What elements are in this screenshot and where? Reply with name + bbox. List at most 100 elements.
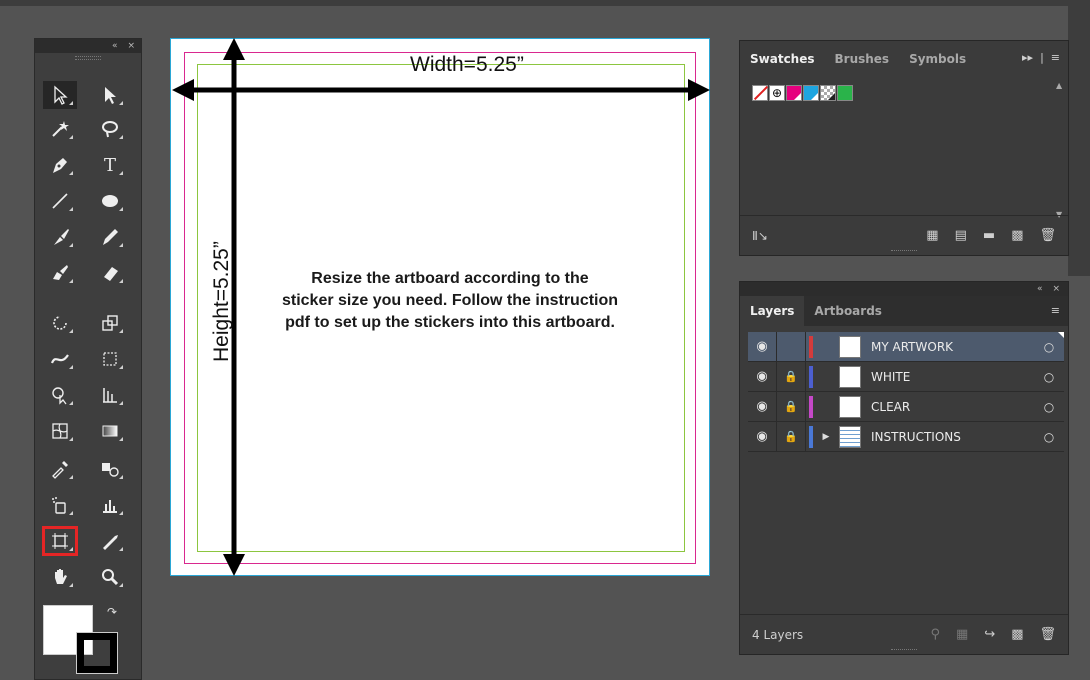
height-dimension-text: Height=5.25”: [210, 241, 233, 362]
swatch-registration[interactable]: ⊕: [769, 85, 785, 101]
zoom-tool-icon[interactable]: [93, 563, 127, 591]
layer-row-clear[interactable]: ◉ 🔒 CLEAR ○: [748, 392, 1064, 422]
gradient-tool-icon[interactable]: [93, 417, 127, 445]
hand-tool-icon[interactable]: [43, 563, 77, 591]
line-tool-icon[interactable]: [43, 187, 77, 215]
layer-name[interactable]: MY ARTWORK: [871, 340, 1034, 354]
locate-object-icon[interactable]: ⚲: [930, 627, 940, 642]
swatch-options-icon[interactable]: ▤: [955, 228, 967, 243]
layer-color-chip: [809, 335, 813, 358]
layer-row-my-artwork[interactable]: ◉ MY ARTWORK ○: [748, 332, 1064, 362]
new-swatch-icon[interactable]: ▩: [1011, 228, 1023, 243]
close-icon[interactable]: ×: [1052, 284, 1060, 294]
scale-tool-icon[interactable]: [93, 309, 127, 337]
type-tool-icon[interactable]: T: [93, 151, 127, 179]
blend-tool-icon[interactable]: [93, 455, 127, 483]
panel-menu-icon[interactable]: ≡: [1051, 51, 1060, 64]
target-circle-icon[interactable]: ○: [1034, 430, 1064, 444]
close-icon[interactable]: ×: [127, 41, 135, 51]
swatches-panel: Swatches Brushes Symbols ▸▸ | ≡ ⊕ ▲ ▼ Ⅱ↘…: [739, 40, 1069, 256]
tab-layers[interactable]: Layers: [740, 296, 805, 326]
swatches-panel-menu[interactable]: ▸▸ | ≡: [1022, 51, 1060, 64]
visibility-eye-icon[interactable]: ◉: [748, 362, 777, 391]
layers-tabbar: Layers Artboards ≡: [740, 296, 1068, 326]
lock-toggle[interactable]: [777, 332, 806, 361]
swatches-footer: Ⅱ↘ ▦ ▤ ▬ ▩ 🗑: [740, 215, 1068, 255]
swatch-libraries-icon[interactable]: Ⅱ↘: [752, 229, 768, 243]
new-sublayer-icon[interactable]: ↪: [984, 627, 995, 642]
overflow-tabs-icon[interactable]: ▸▸: [1022, 51, 1033, 64]
artboard-tool-icon[interactable]: [42, 526, 78, 556]
layer-row-white[interactable]: ◉ 🔒 WHITE ○: [748, 362, 1064, 392]
visibility-eye-icon[interactable]: ◉: [748, 422, 777, 451]
tab-artboards[interactable]: Artboards: [804, 296, 892, 326]
layer-thumbnail: [839, 425, 861, 448]
rotate-tool-icon[interactable]: [43, 309, 77, 337]
collapse-icon[interactable]: «: [1037, 284, 1043, 294]
mesh-tool-icon[interactable]: [43, 417, 77, 445]
tools-panel: « × T ↷: [34, 38, 142, 680]
delete-layer-icon[interactable]: 🗑: [1039, 627, 1056, 642]
selection-tool-icon[interactable]: [43, 81, 77, 109]
panel-menu-icon[interactable]: ≡: [1051, 304, 1060, 317]
layer-list: ◉ MY ARTWORK ○ ◉ 🔒 WHITE ○ ◉ 🔒 CLEAR ○ ◉…: [748, 332, 1064, 452]
ellipse-tool-icon[interactable]: [93, 187, 127, 215]
perspective-grid-tool-icon[interactable]: [93, 381, 127, 409]
lasso-tool-icon[interactable]: [93, 115, 127, 143]
tab-symbols[interactable]: Symbols: [899, 42, 976, 76]
target-circle-icon[interactable]: ○: [1034, 340, 1064, 354]
width-tool-icon[interactable]: [43, 345, 77, 373]
new-layer-icon[interactable]: ▩: [1011, 627, 1023, 642]
pen-tool-icon[interactable]: [43, 151, 77, 179]
lock-icon[interactable]: 🔒: [777, 392, 806, 421]
scroll-up-icon[interactable]: ▲: [1056, 81, 1062, 90]
swatch-green[interactable]: [837, 85, 853, 101]
selection-corner-icon: [1058, 332, 1064, 338]
new-color-group-icon[interactable]: ▬: [983, 228, 995, 243]
swatch-cyan[interactable]: [803, 85, 819, 101]
panel-grip[interactable]: [35, 53, 141, 63]
instruction-line-1: Resize the artboard according to the: [311, 270, 589, 287]
visibility-eye-icon[interactable]: ◉: [748, 332, 777, 361]
target-circle-icon[interactable]: ○: [1034, 400, 1064, 414]
layer-name[interactable]: CLEAR: [871, 400, 1034, 414]
swatch-pattern[interactable]: [820, 85, 836, 101]
layer-name[interactable]: WHITE: [871, 370, 1034, 384]
eraser-tool-icon[interactable]: [93, 259, 127, 287]
lock-icon[interactable]: 🔒: [777, 362, 806, 391]
paintbrush-tool-icon[interactable]: [43, 223, 77, 251]
swatch-none[interactable]: [752, 85, 768, 101]
delete-swatch-icon[interactable]: 🗑: [1039, 228, 1056, 243]
layers-panel: « × Layers Artboards ≡ ◉ MY ARTWORK ○ ◉ …: [739, 281, 1069, 655]
free-transform-tool-icon[interactable]: [93, 345, 127, 373]
collapse-icon[interactable]: «: [112, 41, 118, 51]
layer-color-chip: [809, 365, 813, 388]
tools-panel-header: « ×: [35, 39, 141, 53]
slice-tool-icon[interactable]: [93, 527, 127, 555]
lock-icon[interactable]: 🔒: [777, 422, 806, 451]
expand-arrow-icon[interactable]: ▶: [813, 432, 839, 442]
pencil-tool-icon[interactable]: [93, 223, 127, 251]
swatch-magenta[interactable]: [786, 85, 802, 101]
panel-grip[interactable]: [891, 649, 917, 652]
tab-brushes[interactable]: Brushes: [825, 42, 900, 76]
visibility-eye-icon[interactable]: ◉: [748, 392, 777, 421]
tab-swatches[interactable]: Swatches: [740, 42, 825, 76]
direct-selection-tool-icon[interactable]: [93, 81, 127, 109]
shape-builder-tool-icon[interactable]: [43, 381, 77, 409]
column-graph-tool-icon[interactable]: [93, 491, 127, 519]
show-swatch-kinds-icon[interactable]: ▦: [926, 228, 938, 243]
make-clipping-mask-icon[interactable]: ▦: [956, 627, 968, 642]
stroke-color-swatch[interactable]: [76, 632, 118, 674]
blob-brush-tool-icon[interactable]: [43, 259, 77, 287]
swatches-scrollbar[interactable]: ▲ ▼: [1054, 77, 1066, 223]
swap-fill-stroke-icon[interactable]: ↷: [107, 605, 117, 619]
layer-row-instructions[interactable]: ◉ 🔒 ▶ INSTRUCTIONS ○: [748, 422, 1064, 452]
magic-wand-tool-icon[interactable]: [43, 115, 77, 143]
panel-grip[interactable]: [891, 250, 917, 253]
layer-name[interactable]: INSTRUCTIONS: [871, 430, 1034, 444]
target-circle-icon[interactable]: ○: [1034, 370, 1064, 384]
layer-thumbnail: [839, 365, 861, 388]
symbol-sprayer-tool-icon[interactable]: [43, 491, 77, 519]
eyedropper-tool-icon[interactable]: [43, 455, 77, 483]
